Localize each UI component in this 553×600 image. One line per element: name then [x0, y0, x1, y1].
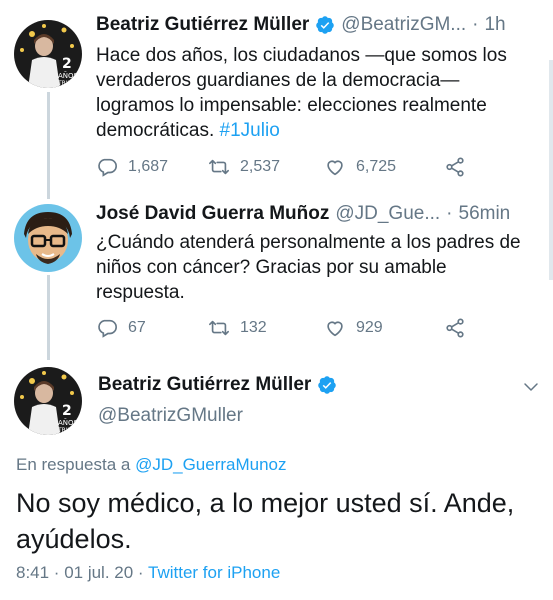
share-button[interactable] [444, 156, 466, 178]
reply-prefix: En respuesta a [16, 455, 136, 474]
tweet-text-line: ¿Cuándo atenderá personalmente a los pad… [96, 232, 521, 253]
reply-count: 67 [128, 319, 146, 336]
tweet-actions: 67 132 929 [96, 317, 516, 339]
tweet-actions: 1,687 2,537 6,725 [96, 156, 516, 178]
share-button[interactable] [444, 317, 466, 339]
author-name[interactable]: Beatriz Gutiérrez Müller [98, 374, 311, 396]
hashtag-link[interactable]: #1Julio [220, 120, 280, 141]
mention-link[interactable]: @JD_GuerraMunoz [135, 455, 286, 474]
author-name[interactable]: Beatriz Gutiérrez Müller [96, 14, 309, 36]
tweet-time[interactable]: 56min [459, 203, 511, 225]
like-count: 929 [356, 319, 383, 336]
retweet-count: 132 [240, 319, 267, 336]
avatar[interactable] [14, 204, 82, 272]
tweet-text-line: democráticas. [96, 120, 220, 141]
svg-text:TRIUN: TRIUN [57, 427, 76, 434]
like-icon [327, 321, 343, 337]
author-handle[interactable]: @BeatrizGM... [341, 14, 466, 36]
verified-badge-icon [318, 376, 337, 394]
reply-icon [98, 319, 117, 338]
tweet-text: ¿Cuándo atenderá personalmente a los pad… [96, 230, 536, 305]
tweet-header: Beatriz Gutiérrez Müller @BeatrizGM... ·… [96, 14, 506, 36]
retweet-icon [209, 320, 229, 336]
reply-button[interactable]: 67 [96, 317, 208, 339]
like-button[interactable]: 6,725 [324, 156, 444, 178]
separator-dot: · [446, 203, 453, 224]
tweet-header: José David Guerra Muñoz @JD_Gue... · 56m… [96, 203, 510, 225]
verified-badge-icon [316, 16, 335, 34]
svg-text:2: 2 [62, 56, 72, 72]
svg-text:AÑOS: AÑOS [58, 418, 79, 427]
reply-context: En respuesta a @JD_GuerraMunoz [16, 455, 287, 475]
thread-connector [47, 275, 50, 360]
svg-text:2: 2 [62, 403, 72, 419]
tweet-text: Hace dos años, los ciudadanos —que somos… [96, 43, 536, 143]
like-icon [327, 160, 343, 176]
tweet-text-line: logramos lo impensable: elecciones realm… [96, 95, 487, 116]
author-handle[interactable]: @JD_Gue... [335, 203, 440, 225]
reply-icon [98, 158, 117, 177]
reply-count: 1,687 [128, 158, 169, 175]
scrollbar-thumb[interactable] [549, 60, 553, 280]
chevron-down-icon[interactable] [522, 378, 540, 396]
retweet-count: 2,537 [240, 158, 281, 175]
tweet-text-line: Hace dos años, los ciudadanos —que somos… [96, 45, 507, 66]
avatar[interactable]: 2 AÑOS TRIUN [14, 367, 82, 435]
retweet-button[interactable]: 132 [208, 317, 324, 339]
retweet-button[interactable]: 2,537 [208, 156, 324, 178]
author-name[interactable]: José David Guerra Muñoz [96, 203, 329, 225]
like-count: 6,725 [356, 158, 397, 175]
avatar[interactable]: 2 AÑOS TRIUN [14, 20, 82, 88]
thread-connector [47, 92, 50, 199]
focused-tweet-text: No soy médico, a lo mejor usted sí. Ande… [16, 485, 541, 557]
tweet-time[interactable]: 1h [484, 14, 505, 36]
tweet-text-line: respuesta. [96, 282, 185, 303]
tweet-timestamp: 8:41 · 01 jul. 20 · [16, 563, 148, 582]
svg-text:TRIUN: TRIUN [57, 80, 76, 87]
focused-author: Beatriz Gutiérrez Müller [98, 374, 337, 396]
tweet-text-line: niños con cáncer? Gracias por su amable [96, 257, 447, 278]
tweet-metadata: 8:41 · 01 jul. 20 · Twitter for iPhone [16, 563, 280, 583]
svg-text:AÑOS: AÑOS [58, 71, 79, 80]
separator-dot: · [472, 14, 479, 35]
author-handle[interactable]: @BeatrizGMuller [98, 405, 243, 427]
reply-button[interactable]: 1,687 [96, 156, 208, 178]
share-icon [446, 318, 464, 338]
tweet-text-line: No soy médico, a lo mejor usted sí. Ande… [16, 488, 515, 518]
tweet-text-line: ayúdelos. [16, 524, 132, 554]
like-button[interactable]: 929 [324, 317, 444, 339]
retweet-icon [209, 159, 229, 175]
share-icon [446, 157, 464, 177]
source-link[interactable]: Twitter for iPhone [148, 563, 280, 582]
tweet-text-line: verdaderos guardianes de la democracia— [96, 70, 460, 91]
